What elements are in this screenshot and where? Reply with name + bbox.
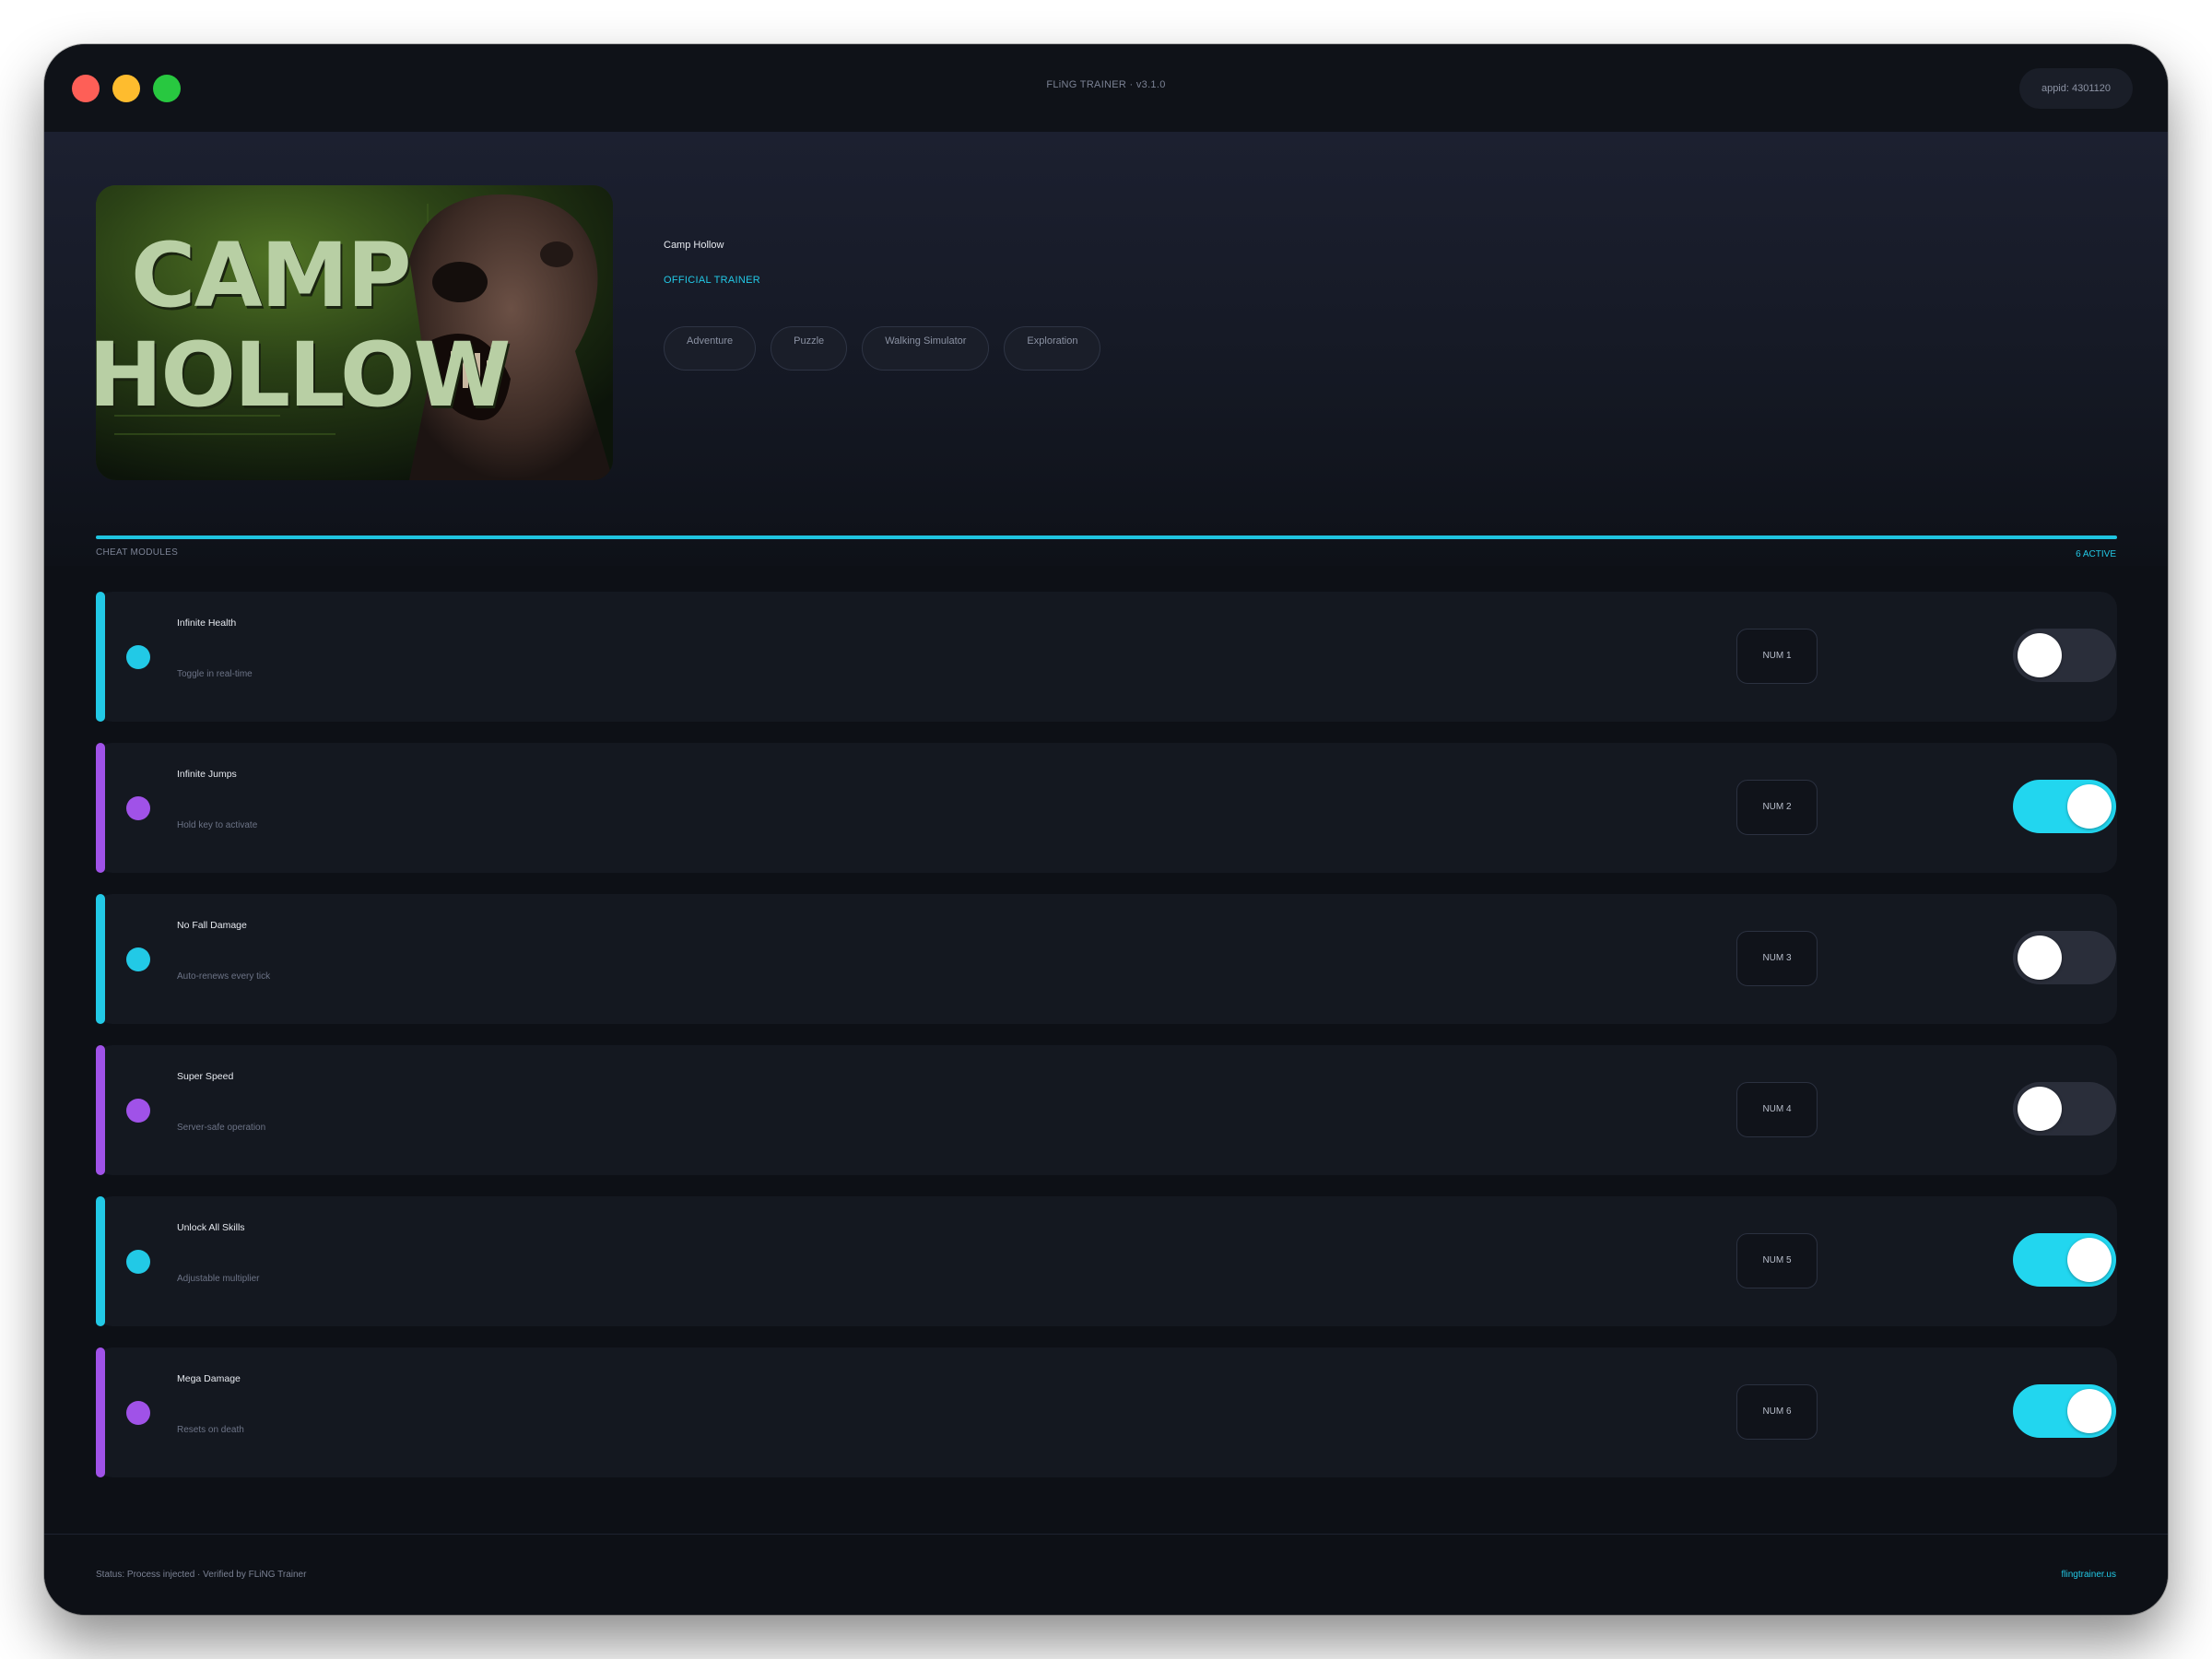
module-name: Super Speed xyxy=(177,1071,234,1082)
accent-bar xyxy=(96,1347,105,1477)
hotkey-button[interactable]: NUM 4 xyxy=(1736,1082,1818,1137)
module-name: Infinite Jumps xyxy=(177,769,237,780)
cheat-module-unlock-all-skills: Unlock All Skills Adjustable multiplier … xyxy=(96,1196,2117,1326)
hotkey-button[interactable]: NUM 1 xyxy=(1736,629,1818,684)
official-trainer-badge: OFFICIAL TRAINER xyxy=(664,275,761,286)
tag-chip[interactable]: Walking Simulator xyxy=(862,326,990,371)
game-title: Camp Hollow xyxy=(664,240,724,251)
window-title: FLiNG TRAINER · v3.1.0 xyxy=(1046,79,1166,90)
game-cover-image: CAMP HOLLOW xyxy=(96,185,613,480)
status-dot xyxy=(126,1401,150,1425)
tag-chip[interactable]: Puzzle xyxy=(771,326,848,371)
status-dot xyxy=(126,1250,150,1274)
module-toggle[interactable] xyxy=(2013,1233,2116,1287)
module-description: Hold key to activate xyxy=(177,820,258,830)
module-name: No Fall Damage xyxy=(177,920,247,931)
toggle-knob xyxy=(2067,1238,2112,1282)
module-name: Infinite Health xyxy=(177,618,237,629)
hotkey-button[interactable]: NUM 6 xyxy=(1736,1384,1818,1440)
module-description: Server-safe operation xyxy=(177,1123,266,1133)
section-divider xyxy=(96,535,2117,539)
module-description: Resets on death xyxy=(177,1425,244,1435)
accent-bar xyxy=(96,1196,105,1326)
accent-bar xyxy=(96,894,105,1024)
toggle-knob xyxy=(2018,1087,2062,1131)
module-name: Mega Damage xyxy=(177,1373,241,1384)
active-count: 6 ACTIVE xyxy=(2076,549,2116,559)
hotkey-button[interactable]: NUM 5 xyxy=(1736,1233,1818,1288)
hotkey-button[interactable]: NUM 2 xyxy=(1736,780,1818,835)
status-dot xyxy=(126,796,150,820)
game-tags: Adventure Puzzle Walking Simulator Explo… xyxy=(664,326,1101,371)
accent-bar xyxy=(96,743,105,873)
website-link[interactable]: flingtrainer.us xyxy=(2062,1570,2116,1580)
module-description: Adjustable multiplier xyxy=(177,1274,260,1284)
status-dot xyxy=(126,645,150,669)
status-footer: Status: Process injected · Verified by F… xyxy=(44,1534,2168,1615)
game-header: CAMP HOLLOW Camp Hollow OFFICIAL TRAINER… xyxy=(44,133,2168,566)
module-toggle[interactable] xyxy=(2013,780,2116,833)
title-bar: FLiNG TRAINER · v3.1.0 appid: 4301120 xyxy=(44,44,2168,133)
hotkey-button[interactable]: NUM 3 xyxy=(1736,931,1818,986)
toggle-knob xyxy=(2067,1389,2112,1433)
appid-badge: appid: 4301120 xyxy=(2018,68,2133,109)
cheat-module-super-speed: Super Speed Server-safe operation NUM 4 xyxy=(96,1045,2117,1175)
toggle-knob xyxy=(2067,784,2112,829)
module-toggle[interactable] xyxy=(2013,1384,2116,1438)
tag-chip[interactable]: Adventure xyxy=(664,326,757,371)
module-name: Unlock All Skills xyxy=(177,1222,245,1233)
cheat-module-no-fall-damage: No Fall Damage Auto-renews every tick NU… xyxy=(96,894,2117,1024)
module-toggle[interactable] xyxy=(2013,629,2116,682)
status-text: Status: Process injected · Verified by F… xyxy=(96,1570,307,1580)
accent-bar xyxy=(96,592,105,722)
cheat-module-infinite-jumps: Infinite Jumps Hold key to activate NUM … xyxy=(96,743,2117,873)
toggle-knob xyxy=(2018,633,2062,677)
cover-title-line1: CAMP xyxy=(131,224,412,327)
accent-bar xyxy=(96,1045,105,1175)
cheat-module-mega-damage: Mega Damage Resets on death NUM 6 xyxy=(96,1347,2117,1477)
cover-title-line2: HOLLOW xyxy=(96,324,511,427)
cheat-module-infinite-health: Infinite Health Toggle in real-time NUM … xyxy=(96,592,2117,722)
status-dot xyxy=(126,1099,150,1123)
app-window: FLiNG TRAINER · v3.1.0 appid: 4301120 CA… xyxy=(44,44,2168,1615)
tag-chip[interactable]: Exploration xyxy=(1004,326,1101,371)
module-description: Toggle in real-time xyxy=(177,669,253,679)
module-description: Auto-renews every tick xyxy=(177,971,271,982)
module-toggle[interactable] xyxy=(2013,1082,2116,1135)
toggle-knob xyxy=(2018,935,2062,980)
status-dot xyxy=(126,947,150,971)
module-toggle[interactable] xyxy=(2013,931,2116,984)
section-label: CHEAT MODULES xyxy=(96,547,179,558)
